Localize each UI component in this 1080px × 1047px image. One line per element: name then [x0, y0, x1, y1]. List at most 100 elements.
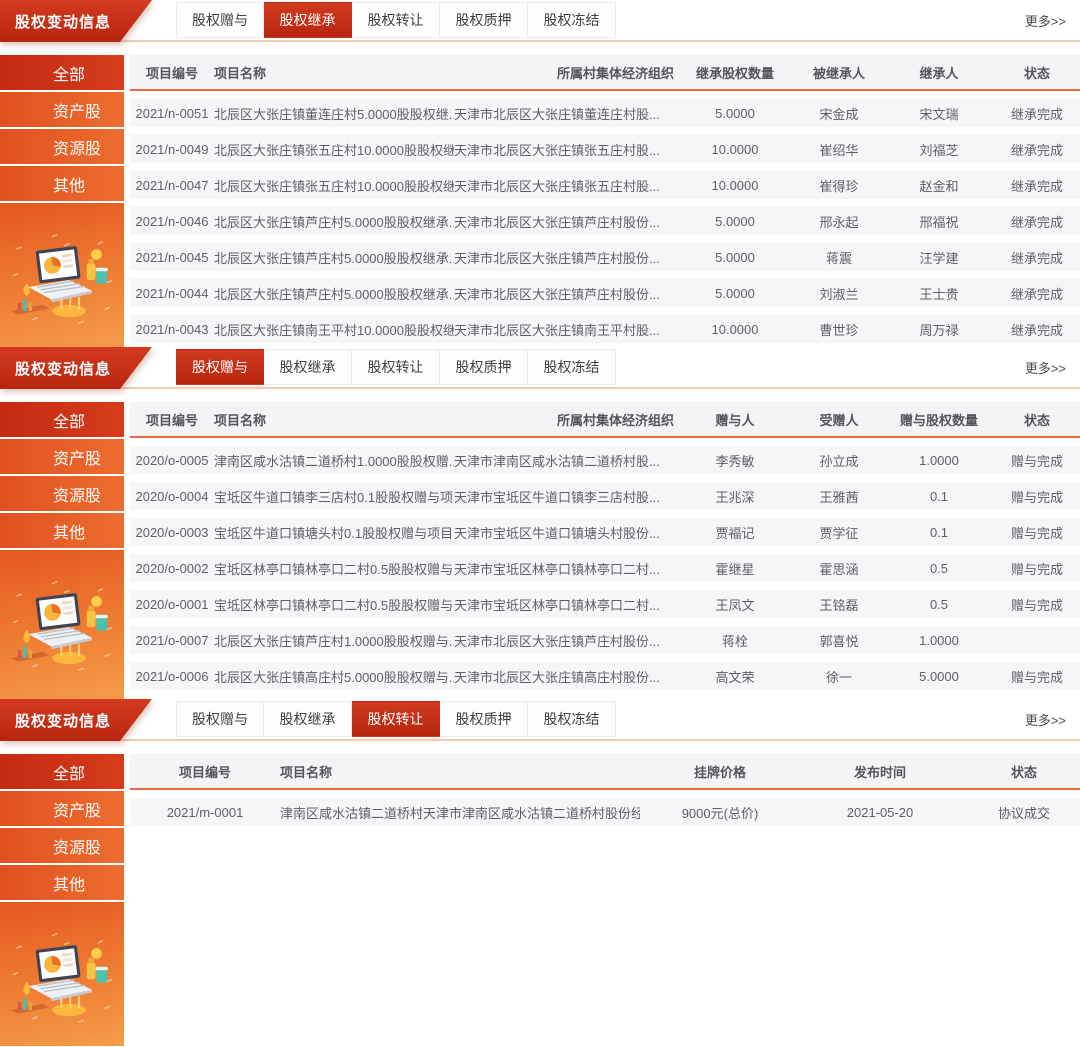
table-row[interactable]: 2020/o-0001宝坻区林亭口镇林亭口二村0.5股股权赠与...天津市宝坻区… [130, 590, 1080, 618]
table-row[interactable]: 2020/o-0004宝坻区牛道口镇李三店村0.1股股权赠与项目天津市宝坻区牛道… [130, 482, 1080, 510]
cell: 王凤文 [680, 595, 790, 614]
cell: 9000元(总价) [640, 803, 800, 822]
table-row[interactable]: 2021/o-0007北辰区大张庄镇芦庄村1.0000股股权赠与...天津市北辰… [130, 626, 1080, 654]
tab-transfer[interactable]: 股权转让 [352, 701, 440, 737]
cell: 赠与完成 [990, 523, 1080, 542]
cell: 2020/o-0002 [130, 561, 214, 576]
column-header: 项目编号 [130, 63, 214, 82]
sidebar-item-all[interactable]: 全部 [0, 402, 124, 437]
laptop-analytics-illustration [9, 576, 115, 680]
cell: 10.0000 [680, 142, 790, 157]
tab-gift[interactable]: 股权赠与 [176, 2, 264, 38]
table-row[interactable]: 2021/m-0001津南区咸水沽镇二道桥村天津市津南区咸水沽镇二道桥村股份经.… [130, 798, 1080, 826]
cell: 天津市北辰区大张庄镇芦庄村股份... [454, 212, 680, 231]
cell: 曹世珍 [790, 320, 888, 339]
cell: 5.0000 [888, 669, 990, 684]
table-row[interactable]: 2020/o-0005津南区咸水沽镇二道桥村1.0000股股权赠...天津市津南… [130, 446, 1080, 474]
panel-header: 股权变动信息 股权赠与股权继承股权转让股权质押股权冻结 更多>> [0, 699, 1080, 741]
tab-freeze[interactable]: 股权冻结 [528, 2, 616, 38]
cell: 北辰区大张庄镇芦庄村5.0000股股权继承... [214, 284, 454, 303]
cell: 高文荣 [680, 667, 790, 686]
cell: 继承完成 [990, 104, 1080, 123]
panel-gift: 股权变动信息 股权赠与股权继承股权转让股权质押股权冻结 更多>> 全部资产股资源… [0, 347, 1080, 699]
tab-transfer[interactable]: 股权转让 [352, 349, 440, 385]
more-link[interactable]: 更多>> [1025, 0, 1066, 40]
tab-inherit[interactable]: 股权继承 [264, 2, 352, 38]
sidebar-art-panel [0, 203, 124, 347]
column-header: 受赠人 [790, 410, 888, 429]
cell: 2021/m-0001 [130, 805, 280, 820]
sidebar-item-resource[interactable]: 资源股 [0, 828, 124, 863]
tab-gift[interactable]: 股权赠与 [176, 349, 264, 385]
sidebar-item-asset[interactable]: 资产股 [0, 439, 124, 474]
cell: 天津市北辰区大张庄镇高庄村股份... [454, 667, 680, 686]
sidebar-art-panel [0, 902, 124, 1046]
tab-strip: 股权赠与股权继承股权转让股权质押股权冻结 [176, 347, 616, 387]
sidebar-item-resource[interactable]: 资源股 [0, 476, 124, 511]
table-row[interactable]: 2021/n-0049北辰区大张庄镇张五庄村10.0000股股权继...天津市北… [130, 135, 1080, 163]
table-row[interactable]: 2021/n-0045北辰区大张庄镇芦庄村5.0000股股权继承...天津市北辰… [130, 243, 1080, 271]
table-header-row: 项目编号项目名称挂牌价格发布时间状态 [130, 754, 1080, 790]
tab-strip: 股权赠与股权继承股权转让股权质押股权冻结 [176, 0, 616, 40]
cell: 2020/o-0003 [130, 525, 214, 540]
sidebar-item-all[interactable]: 全部 [0, 55, 124, 90]
cell: 北辰区大张庄镇芦庄村5.0000股股权继承... [214, 212, 454, 231]
tab-pledge[interactable]: 股权质押 [440, 2, 528, 38]
tab-pledge[interactable]: 股权质押 [440, 349, 528, 385]
sidebar-item-other[interactable]: 其他 [0, 865, 124, 900]
cell: 5.0000 [680, 286, 790, 301]
table-row[interactable]: 2021/n-0046北辰区大张庄镇芦庄村5.0000股股权继承...天津市北辰… [130, 207, 1080, 235]
sidebar-item-other[interactable]: 其他 [0, 166, 124, 201]
tab-gift[interactable]: 股权赠与 [176, 701, 264, 737]
table-row[interactable]: 2021/n-0043北辰区大张庄镇南王平村10.0000股股权继...天津市北… [130, 315, 1080, 343]
table-row[interactable]: 2021/n-0051北辰区大张庄镇董连庄村5.0000股股权继...天津市北辰… [130, 99, 1080, 127]
tab-pledge[interactable]: 股权质押 [440, 701, 528, 737]
tab-inherit[interactable]: 股权继承 [264, 349, 352, 385]
cell: 宋金成 [790, 104, 888, 123]
cell: 崔绍华 [790, 140, 888, 159]
tab-freeze[interactable]: 股权冻结 [528, 349, 616, 385]
cell: 霍继星 [680, 559, 790, 578]
cell: 贾学征 [790, 523, 888, 542]
panel-title: 股权变动信息 [15, 710, 111, 731]
cell: 1.0000 [888, 633, 990, 648]
cell: 天津市北辰区大张庄镇芦庄村股份... [454, 631, 680, 650]
more-link[interactable]: 更多>> [1025, 699, 1066, 739]
sidebar-item-resource[interactable]: 资源股 [0, 129, 124, 164]
cell: 北辰区大张庄镇张五庄村10.0000股股权继... [214, 176, 454, 195]
cell: 2020/o-0001 [130, 597, 214, 612]
column-header: 继承人 [888, 63, 990, 82]
panel-title: 股权变动信息 [15, 11, 111, 32]
cell: 郭喜悦 [790, 631, 888, 650]
cell: 北辰区大张庄镇高庄村5.0000股股权赠与... [214, 667, 454, 686]
tab-freeze[interactable]: 股权冻结 [528, 701, 616, 737]
tab-strip: 股权赠与股权继承股权转让股权质押股权冻结 [176, 699, 616, 739]
table-row[interactable]: 2020/o-0003宝坻区牛道口镇塘头村0.1股股权赠与项目天津市宝坻区牛道口… [130, 518, 1080, 546]
table-row[interactable]: 2021/o-0006北辰区大张庄镇高庄村5.0000股股权赠与...天津市北辰… [130, 662, 1080, 690]
table-row[interactable]: 2020/o-0002宝坻区林亭口镇林亭口二村0.5股股权赠与...天津市宝坻区… [130, 554, 1080, 582]
cell: 天津市宝坻区牛道口镇塘头村股份... [454, 523, 680, 542]
cell: 刘福芝 [888, 140, 990, 159]
cell: 邢福祝 [888, 212, 990, 231]
sidebar-item-asset[interactable]: 资产股 [0, 791, 124, 826]
cell: 北辰区大张庄镇芦庄村5.0000股股权继承... [214, 248, 454, 267]
cell: 天津市宝坻区林亭口镇林亭口二村... [454, 559, 680, 578]
cell: 继承完成 [990, 212, 1080, 231]
sidebar-item-asset[interactable]: 资产股 [0, 92, 124, 127]
table-row[interactable]: 2021/n-0044北辰区大张庄镇芦庄村5.0000股股权继承...天津市北辰… [130, 279, 1080, 307]
tab-inherit[interactable]: 股权继承 [264, 701, 352, 737]
cell: 李秀敏 [680, 451, 790, 470]
tab-transfer[interactable]: 股权转让 [352, 2, 440, 38]
cell: 2021/n-0043 [130, 322, 214, 337]
cell: 宝坻区牛道口镇李三店村0.1股股权赠与项目 [214, 487, 454, 506]
table-row[interactable]: 2021/n-0047北辰区大张庄镇张五庄村10.0000股股权继...天津市北… [130, 171, 1080, 199]
sidebar-item-all[interactable]: 全部 [0, 754, 124, 789]
cell: 邢永起 [790, 212, 888, 231]
sidebar-item-other[interactable]: 其他 [0, 513, 124, 548]
column-header: 项目名称 [214, 63, 454, 82]
column-header: 项目名称 [280, 762, 640, 781]
data-table: 项目编号项目名称挂牌价格发布时间状态 2021/m-0001津南区咸水沽镇二道桥… [130, 754, 1080, 1046]
cell: 宝坻区牛道口镇塘头村0.1股股权赠与项目 [214, 523, 454, 542]
more-link[interactable]: 更多>> [1025, 347, 1066, 387]
cell: 2021/n-0045 [130, 250, 214, 265]
